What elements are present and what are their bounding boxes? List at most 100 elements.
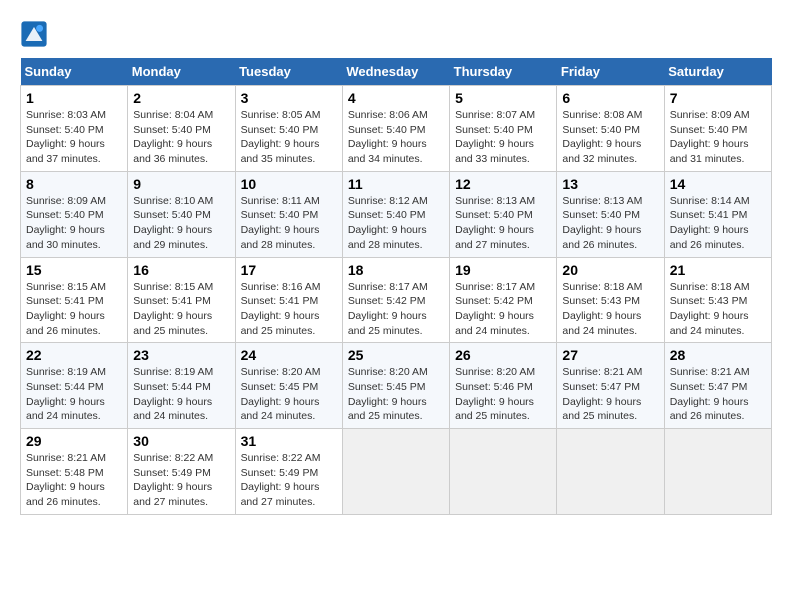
day-number: 10 [241, 176, 337, 192]
day-info: Sunrise: 8:09 AM Sunset: 5:40 PM Dayligh… [26, 194, 122, 253]
calendar-cell: 13 Sunrise: 8:13 AM Sunset: 5:40 PM Dayli… [557, 171, 664, 257]
calendar-week-3: 15 Sunrise: 8:15 AM Sunset: 5:41 PM Dayli… [21, 257, 772, 343]
day-number: 21 [670, 262, 766, 278]
day-number: 6 [562, 90, 658, 106]
weekday-header-friday: Friday [557, 58, 664, 86]
day-number: 9 [133, 176, 229, 192]
day-info: Sunrise: 8:08 AM Sunset: 5:40 PM Dayligh… [562, 108, 658, 167]
day-info: Sunrise: 8:06 AM Sunset: 5:40 PM Dayligh… [348, 108, 444, 167]
day-info: Sunrise: 8:11 AM Sunset: 5:40 PM Dayligh… [241, 194, 337, 253]
calendar-cell: 9Sunrise: 8:10 AM Sunset: 5:40 PM Daylig… [128, 171, 235, 257]
calendar-cell [557, 429, 664, 515]
calendar-cell: 15 Sunrise: 8:15 AM Sunset: 5:41 PM Dayli… [21, 257, 128, 343]
day-info: Sunrise: 8:13 AM Sunset: 5:40 PM Dayligh… [562, 194, 658, 253]
calendar-cell: 29 Sunrise: 8:21 AM Sunset: 5:48 PM Dayli… [21, 429, 128, 515]
day-info: Sunrise: 8:17 AM Sunset: 5:42 PM Dayligh… [348, 280, 444, 339]
day-number: 13 [562, 176, 658, 192]
calendar-cell: 12Sunrise: 8:13 AM Sunset: 5:40 PM Dayli… [450, 171, 557, 257]
calendar-cell: 19 Sunrise: 8:17 AM Sunset: 5:42 PM Dayli… [450, 257, 557, 343]
calendar-cell: 17 Sunrise: 8:16 AM Sunset: 5:41 PM Dayli… [235, 257, 342, 343]
day-info: Sunrise: 8:16 AM Sunset: 5:41 PM Dayligh… [241, 280, 337, 339]
calendar-cell: 27 Sunrise: 8:21 AM Sunset: 5:47 PM Dayli… [557, 343, 664, 429]
weekday-header-thursday: Thursday [450, 58, 557, 86]
day-number: 11 [348, 176, 444, 192]
day-info: Sunrise: 8:14 AM Sunset: 5:41 PM Dayligh… [670, 194, 766, 253]
day-info: Sunrise: 8:07 AM Sunset: 5:40 PM Dayligh… [455, 108, 551, 167]
day-info: Sunrise: 8:20 AM Sunset: 5:45 PM Dayligh… [241, 365, 337, 424]
day-number: 16 [133, 262, 229, 278]
day-info: Sunrise: 8:18 AM Sunset: 5:43 PM Dayligh… [670, 280, 766, 339]
day-info: Sunrise: 8:22 AM Sunset: 5:49 PM Dayligh… [133, 451, 229, 510]
day-info: Sunrise: 8:20 AM Sunset: 5:46 PM Dayligh… [455, 365, 551, 424]
calendar-cell: 21 Sunrise: 8:18 AM Sunset: 5:43 PM Dayli… [664, 257, 771, 343]
day-number: 27 [562, 347, 658, 363]
day-number: 30 [133, 433, 229, 449]
calendar-cell: 3 Sunrise: 8:05 AM Sunset: 5:40 PM Daylig… [235, 86, 342, 172]
weekday-header-saturday: Saturday [664, 58, 771, 86]
calendar-cell: 2 Sunrise: 8:04 AM Sunset: 5:40 PM Daylig… [128, 86, 235, 172]
calendar-cell [342, 429, 449, 515]
calendar-cell: 20 Sunrise: 8:18 AM Sunset: 5:43 PM Dayli… [557, 257, 664, 343]
day-info: Sunrise: 8:03 AM Sunset: 5:40 PM Dayligh… [26, 108, 122, 167]
day-info: Sunrise: 8:22 AM Sunset: 5:49 PM Dayligh… [241, 451, 337, 510]
day-number: 2 [133, 90, 229, 106]
day-number: 3 [241, 90, 337, 106]
calendar-cell: 23 Sunrise: 8:19 AM Sunset: 5:44 PM Dayli… [128, 343, 235, 429]
day-info: Sunrise: 8:09 AM Sunset: 5:40 PM Dayligh… [670, 108, 766, 167]
weekday-header-wednesday: Wednesday [342, 58, 449, 86]
day-number: 20 [562, 262, 658, 278]
day-number: 31 [241, 433, 337, 449]
day-number: 8 [26, 176, 122, 192]
day-info: Sunrise: 8:19 AM Sunset: 5:44 PM Dayligh… [26, 365, 122, 424]
day-number: 12 [455, 176, 551, 192]
day-info: Sunrise: 8:15 AM Sunset: 5:41 PM Dayligh… [26, 280, 122, 339]
day-number: 15 [26, 262, 122, 278]
calendar-table: SundayMondayTuesdayWednesdayThursdayFrid… [20, 58, 772, 515]
page-header [20, 20, 772, 48]
day-number: 1 [26, 90, 122, 106]
day-info: Sunrise: 8:19 AM Sunset: 5:44 PM Dayligh… [133, 365, 229, 424]
day-info: Sunrise: 8:05 AM Sunset: 5:40 PM Dayligh… [241, 108, 337, 167]
calendar-cell: 18 Sunrise: 8:17 AM Sunset: 5:42 PM Dayli… [342, 257, 449, 343]
calendar-cell: 31 Sunrise: 8:22 AM Sunset: 5:49 PM Dayli… [235, 429, 342, 515]
day-info: Sunrise: 8:18 AM Sunset: 5:43 PM Dayligh… [562, 280, 658, 339]
day-number: 4 [348, 90, 444, 106]
calendar-cell [450, 429, 557, 515]
calendar-week-2: 8 Sunrise: 8:09 AM Sunset: 5:40 PM Daylig… [21, 171, 772, 257]
day-info: Sunrise: 8:15 AM Sunset: 5:41 PM Dayligh… [133, 280, 229, 339]
logo [20, 20, 52, 48]
calendar-cell: 11 Sunrise: 8:12 AM Sunset: 5:40 PM Dayli… [342, 171, 449, 257]
day-number: 19 [455, 262, 551, 278]
calendar-cell: 10 Sunrise: 8:11 AM Sunset: 5:40 PM Dayli… [235, 171, 342, 257]
calendar-week-4: 22Sunrise: 8:19 AM Sunset: 5:44 PM Dayli… [21, 343, 772, 429]
day-number: 7 [670, 90, 766, 106]
calendar-cell [664, 429, 771, 515]
day-number: 5 [455, 90, 551, 106]
calendar-cell: 22Sunrise: 8:19 AM Sunset: 5:44 PM Dayli… [21, 343, 128, 429]
day-number: 17 [241, 262, 337, 278]
calendar-week-1: 1 Sunrise: 8:03 AM Sunset: 5:40 PM Daylig… [21, 86, 772, 172]
day-number: 24 [241, 347, 337, 363]
calendar-cell: 5 Sunrise: 8:07 AM Sunset: 5:40 PM Daylig… [450, 86, 557, 172]
calendar-cell: 30 Sunrise: 8:22 AM Sunset: 5:49 PM Dayli… [128, 429, 235, 515]
calendar-cell: 16 Sunrise: 8:15 AM Sunset: 5:41 PM Dayli… [128, 257, 235, 343]
day-info: Sunrise: 8:17 AM Sunset: 5:42 PM Dayligh… [455, 280, 551, 339]
calendar-cell: 26Sunrise: 8:20 AM Sunset: 5:46 PM Dayli… [450, 343, 557, 429]
calendar-cell: 8 Sunrise: 8:09 AM Sunset: 5:40 PM Daylig… [21, 171, 128, 257]
weekday-header-sunday: Sunday [21, 58, 128, 86]
weekday-header-tuesday: Tuesday [235, 58, 342, 86]
calendar-cell: 6 Sunrise: 8:08 AM Sunset: 5:40 PM Daylig… [557, 86, 664, 172]
calendar-week-5: 29 Sunrise: 8:21 AM Sunset: 5:48 PM Dayli… [21, 429, 772, 515]
day-info: Sunrise: 8:20 AM Sunset: 5:45 PM Dayligh… [348, 365, 444, 424]
day-info: Sunrise: 8:04 AM Sunset: 5:40 PM Dayligh… [133, 108, 229, 167]
day-number: 23 [133, 347, 229, 363]
day-number: 29 [26, 433, 122, 449]
calendar-cell: 4 Sunrise: 8:06 AM Sunset: 5:40 PM Daylig… [342, 86, 449, 172]
weekday-header-monday: Monday [128, 58, 235, 86]
day-info: Sunrise: 8:21 AM Sunset: 5:47 PM Dayligh… [562, 365, 658, 424]
calendar-cell: 1 Sunrise: 8:03 AM Sunset: 5:40 PM Daylig… [21, 86, 128, 172]
day-number: 18 [348, 262, 444, 278]
day-info: Sunrise: 8:21 AM Sunset: 5:48 PM Dayligh… [26, 451, 122, 510]
day-info: Sunrise: 8:12 AM Sunset: 5:40 PM Dayligh… [348, 194, 444, 253]
calendar-cell: 7 Sunrise: 8:09 AM Sunset: 5:40 PM Daylig… [664, 86, 771, 172]
